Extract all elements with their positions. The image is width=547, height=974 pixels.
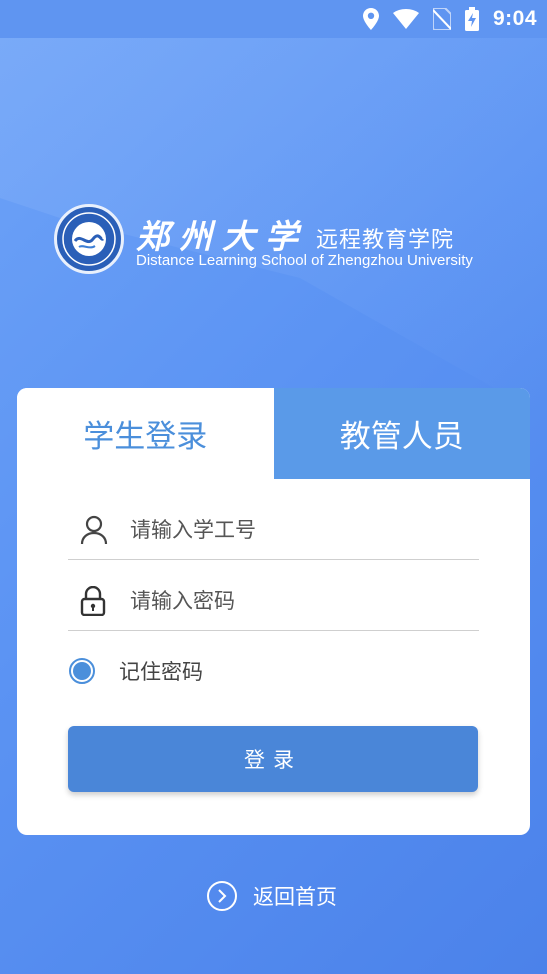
lock-icon	[68, 586, 124, 616]
school-name-cn: 远程教育学院	[316, 228, 455, 253]
no-sim-icon	[432, 8, 451, 30]
back-home-label: 返回首页	[253, 885, 337, 909]
chevron-right-icon	[207, 881, 237, 911]
login-tabs: 学生登录 教管人员	[17, 388, 530, 479]
remember-password[interactable]: 记住密码	[69, 656, 203, 686]
username-field	[68, 501, 479, 560]
status-bar: 9:04	[0, 0, 547, 38]
university-logo: 郑州大学 远程教育学院 Distance Learning School of …	[54, 202, 484, 282]
login-button[interactable]: 登录	[68, 726, 478, 792]
tab-student-login[interactable]: 学生登录	[17, 388, 274, 479]
username-input[interactable]	[128, 517, 472, 543]
wifi-icon	[392, 9, 419, 29]
school-name-en: Distance Learning School of Zhengzhou Un…	[136, 252, 473, 269]
radio-dot	[73, 662, 91, 680]
location-icon	[362, 8, 379, 30]
university-name-cn: 郑州大学	[136, 217, 308, 256]
back-home-link[interactable]: 返回首页	[207, 881, 337, 911]
status-time: 9:04	[492, 7, 537, 30]
login-card: 学生登录 教管人员 记住密码 登录	[17, 388, 530, 835]
remember-radio[interactable]	[69, 658, 95, 684]
university-seal-icon	[54, 204, 124, 274]
battery-charging-icon	[464, 7, 479, 31]
password-field	[68, 572, 479, 631]
user-icon	[68, 515, 124, 545]
password-input[interactable]	[128, 588, 472, 614]
remember-label: 记住密码	[119, 660, 203, 684]
tab-staff-login[interactable]: 教管人员	[273, 388, 530, 479]
